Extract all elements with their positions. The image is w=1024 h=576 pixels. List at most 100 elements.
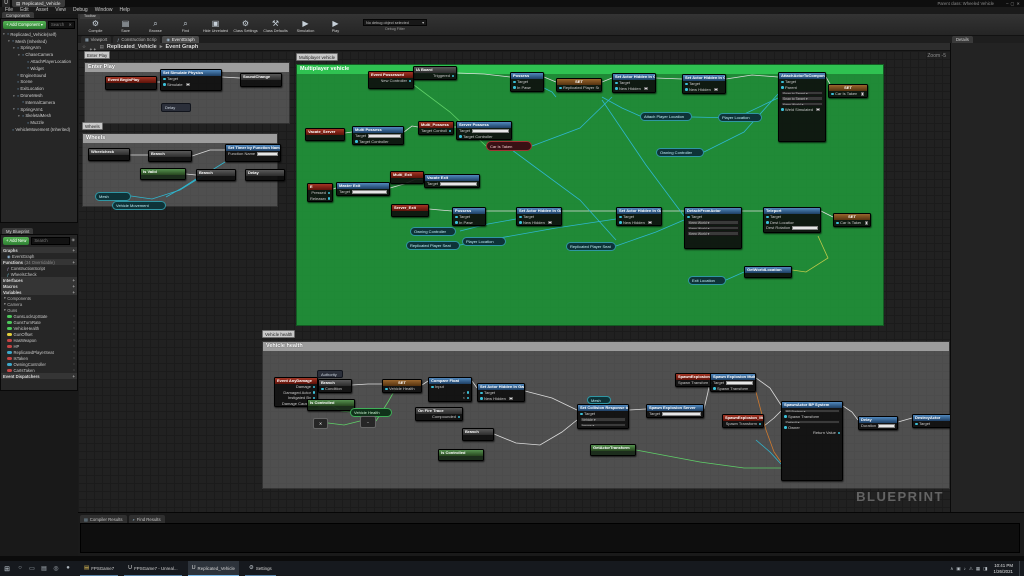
add-icon[interactable]: + bbox=[73, 374, 75, 379]
add-icon[interactable]: + bbox=[73, 284, 75, 289]
instance-editable-icon[interactable]: ○ bbox=[73, 326, 75, 330]
graph-node-is-valid[interactable]: Is Valid bbox=[140, 168, 186, 180]
add-icon[interactable]: + bbox=[73, 260, 75, 265]
graph-node-player-location[interactable]: Player Location bbox=[718, 113, 762, 122]
save-button[interactable]: ▤Save bbox=[112, 19, 139, 33]
graph-node-e[interactable]: EPressedReleased bbox=[307, 183, 333, 202]
graph-node-possess[interactable]: PossessTargetIn Pawn bbox=[510, 72, 544, 92]
expand-arrow-icon[interactable]: ▾ bbox=[13, 46, 16, 50]
component-replicated-vehicle-self[interactable]: ▾▪Replicated_Vehicle(self) bbox=[1, 31, 77, 38]
graph-node-set-timer-by-function-name[interactable]: Set Timer by Function NameFunction Name bbox=[225, 144, 281, 162]
graph-node-ia-board[interactable]: IA BoardTriggered bbox=[413, 66, 457, 80]
section-event-dispatchers[interactable]: Event Dispatchers+ bbox=[1, 373, 77, 379]
graph-node-mesh[interactable]: Mesh bbox=[95, 192, 131, 201]
tab-details[interactable]: Details bbox=[952, 36, 973, 43]
component-muzzle[interactable]: ▪Muzzle bbox=[1, 119, 77, 126]
instance-editable-icon[interactable]: ○ bbox=[73, 362, 75, 366]
graph-node-spawnactor-bp-system[interactable]: SpawnActor BP SystemBP System ▾Spawn Tra… bbox=[781, 401, 843, 481]
find-button[interactable]: ⌕Find bbox=[172, 19, 199, 33]
expand-arrow-icon[interactable]: ▾ bbox=[18, 114, 21, 118]
graph-node-set[interactable]: SETReplicated Player Seat bbox=[556, 78, 602, 92]
component-vehiclemovement-inherited[interactable]: ▪VehicleMovement (Inherited) bbox=[1, 126, 77, 133]
graph-node-vacate-server[interactable]: Vacate_Server bbox=[305, 128, 345, 141]
start-button[interactable]: ⊞ bbox=[0, 565, 14, 573]
expand-arrow-icon[interactable]: ▾ bbox=[4, 302, 6, 306]
graph-node-replicated-player-seat[interactable]: Replicated Player Seat bbox=[406, 241, 460, 250]
menu-help[interactable]: Help bbox=[119, 7, 129, 14]
graph-node-branch[interactable]: Branch bbox=[196, 169, 236, 181]
menu-window[interactable]: Window bbox=[95, 7, 113, 14]
graph-node-set-collision-response-to-channel[interactable]: Set Collision Response to ChannelTargetV… bbox=[577, 404, 629, 429]
menu-debug[interactable]: Debug bbox=[73, 7, 88, 14]
graph-node-set-actor-hidden-in-game[interactable]: Set Actor Hidden In GameTargetNew Hidden bbox=[516, 207, 562, 226]
taskbar-system-icon-4[interactable]: ● bbox=[62, 565, 74, 572]
instance-editable-icon[interactable]: ○ bbox=[73, 332, 75, 336]
taskbar-app-settings[interactable]: ⚙Settings bbox=[245, 561, 276, 576]
component-attachplayerlocation[interactable]: ▪AttachPlayerLocation bbox=[1, 58, 77, 65]
class-defaults-button[interactable]: ⚒Class Defaults bbox=[262, 19, 289, 33]
tray-icon-5[interactable]: ◨ bbox=[983, 566, 987, 572]
graph-node-car-is-taken[interactable]: Car Is Taken bbox=[486, 141, 532, 151]
graph-node-owning-controller[interactable]: Owning Controller bbox=[656, 148, 704, 157]
window-tab[interactable]: ▤ Replicated_Vehicle bbox=[12, 0, 65, 7]
graph-node-is-controlled[interactable]: Is Controlled bbox=[438, 449, 484, 461]
graph-node-attachactortocomponent[interactable]: AttachActorToComponentTargetParentSnap t… bbox=[778, 72, 826, 142]
add-component-button[interactable]: + Add Component ▾ bbox=[3, 21, 46, 29]
taskbar-system-icon-1[interactable]: ▭ bbox=[26, 565, 38, 572]
taskbar-app-fpsgame7[interactable]: ▤FPSGame7 bbox=[80, 561, 118, 576]
class-settings-button[interactable]: ⚙Class Settings bbox=[232, 19, 259, 33]
graph-node-multi-possess[interactable]: Multi_PossessTarget Controller bbox=[418, 121, 454, 135]
bookmark-icon[interactable]: ☆ bbox=[82, 44, 86, 50]
window-control-x[interactable]: ✕ bbox=[1016, 1, 1022, 6]
expand-arrow-icon[interactable]: ▾ bbox=[13, 107, 16, 111]
play-button[interactable]: ▶Play bbox=[322, 19, 349, 33]
graph-node-x[interactable]: ✕ bbox=[313, 418, 328, 429]
graph-node-x[interactable]: − bbox=[360, 416, 376, 428]
comment-bubble-enter-play[interactable]: Enter Play bbox=[84, 51, 110, 59]
tab-find-results[interactable]: ⌕Find Results bbox=[129, 515, 165, 523]
tray-icon-1[interactable]: ▣ bbox=[956, 566, 960, 572]
graph-node-mesh[interactable]: Mesh bbox=[587, 396, 611, 404]
graph-node-possess[interactable]: PossessTargetIn Pawn bbox=[452, 207, 486, 226]
comment-bubble-multiplayer-vehicle[interactable]: Multiplayer vehicle bbox=[296, 53, 338, 61]
add-new-button[interactable]: + Add New bbox=[3, 237, 29, 245]
tab-eventgraph[interactable]: ◉EventGraph bbox=[162, 36, 198, 43]
event-graph-canvas[interactable]: Enter PlayEnter PlayWheelsWheelsMultipla… bbox=[78, 51, 950, 512]
graph-node-branch[interactable]: Branch bbox=[462, 428, 494, 441]
graph-node-branch[interactable]: Branch bbox=[148, 150, 192, 162]
graph-node-event-possessed[interactable]: Event PossessedNew Controller bbox=[368, 71, 414, 89]
graph-node-owning-controller[interactable]: Owning Controller bbox=[410, 227, 456, 236]
graph-node-soundchange[interactable]: SoundChange bbox=[240, 73, 282, 87]
component-chasecamera[interactable]: ▾▪ChaseCamera bbox=[1, 51, 77, 58]
components-search-input[interactable]: Search ✕ bbox=[48, 21, 75, 29]
add-icon[interactable]: + bbox=[73, 278, 75, 283]
breadcrumb-leaf[interactable]: Event Graph bbox=[165, 44, 198, 50]
graph-node-player-location[interactable]: Player Location bbox=[462, 237, 506, 246]
component-springarm[interactable]: ▾▪SpringArm bbox=[1, 45, 77, 52]
graph-node-set-actor-hidden-in-game[interactable]: Set Actor Hidden In GameTargetNew Hidden bbox=[612, 73, 656, 93]
instance-editable-icon[interactable]: ○ bbox=[73, 356, 75, 360]
clear-search-icon[interactable]: ✕ bbox=[68, 22, 72, 28]
graph-node-delay[interactable]: Delay bbox=[245, 169, 285, 181]
comment-bubble-wheels[interactable]: Wheels bbox=[82, 122, 103, 130]
component-springarm1[interactable]: ▾▪SpringArm1 bbox=[1, 106, 77, 113]
tray-icon-0[interactable]: ∧ bbox=[950, 566, 953, 572]
component-internalcamera[interactable]: ▪InternalCamera bbox=[1, 99, 77, 106]
graph-node-set[interactable]: SETVehicle Health bbox=[382, 379, 422, 393]
instance-editable-icon[interactable]: ○ bbox=[73, 368, 75, 372]
graph-node-set[interactable]: SETCar Is Taken bbox=[828, 84, 868, 98]
graph-node-spawnexplosion-multi[interactable]: SpawnExplosion_MultiSpawn Transform bbox=[722, 414, 764, 428]
graph-node-spawn-explosion-multi[interactable]: Spawn Explosion MultiTargetSpawn Transfo… bbox=[710, 373, 756, 392]
graph-node-multi-possess[interactable]: Multi PossessTargetTarget Controller bbox=[352, 126, 404, 145]
graph-node-destroyactor[interactable]: DestroyActorTarget bbox=[912, 414, 950, 428]
debug-object-select[interactable]: No debug object selected ▾ bbox=[363, 19, 427, 26]
taskbar-system-icon-2[interactable]: ▤ bbox=[38, 565, 50, 572]
expand-arrow-icon[interactable]: ▾ bbox=[8, 39, 11, 43]
graph-node-replicated-player-seat[interactable]: Replicated Player Seat bbox=[566, 242, 616, 251]
graph-node-vehicle-movement[interactable]: Vehicle Movement bbox=[112, 201, 166, 210]
tray-icon-3[interactable]: ⚠ bbox=[969, 566, 973, 572]
graph-node-getworldlocation[interactable]: GetWorldLocation bbox=[744, 266, 792, 278]
graph-node-server-possess[interactable]: Server PossessTargetTarget Controller bbox=[456, 121, 512, 140]
graph-node-server-exit[interactable]: Server_Exit bbox=[391, 204, 429, 217]
expand-arrow-icon[interactable]: ▾ bbox=[18, 53, 21, 57]
